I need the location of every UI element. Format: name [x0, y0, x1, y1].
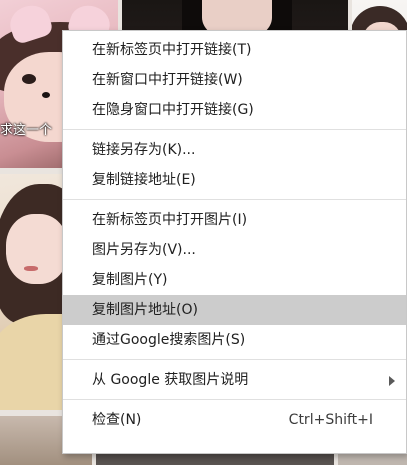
- menu-item-inspect[interactable]: 检查(N) Ctrl+Shift+I: [63, 405, 406, 435]
- menu-item-save-link-as[interactable]: 链接另存为(K)...: [63, 135, 406, 165]
- menu-item-label: 通过Google搜索图片(S): [92, 332, 246, 348]
- menu-item-label: 复制图片地址(O): [92, 302, 198, 318]
- menu-item-label: 从 Google 获取图片说明: [92, 372, 249, 388]
- menu-item-label: 在新标签页中打开图片(I): [92, 212, 248, 228]
- menu-separator: [63, 199, 406, 200]
- menu-item-label: 复制链接地址(E): [92, 172, 196, 188]
- image-caption: 求这一个: [0, 123, 53, 138]
- menu-item-get-image-descriptions[interactable]: 从 Google 获取图片说明: [63, 365, 406, 395]
- menu-item-copy-image[interactable]: 复制图片(Y): [63, 265, 406, 295]
- menu-item-label: 检查(N): [92, 412, 142, 428]
- menu-item-label: 复制图片(Y): [92, 272, 168, 288]
- menu-item-open-image-new-tab[interactable]: 在新标签页中打开图片(I): [63, 205, 406, 235]
- menu-item-copy-image-address[interactable]: 复制图片地址(O): [63, 295, 406, 325]
- menu-item-open-link-new-tab[interactable]: 在新标签页中打开链接(T): [63, 35, 406, 65]
- menu-separator: [63, 129, 406, 130]
- menu-item-shortcut: Ctrl+Shift+I: [288, 412, 373, 428]
- submenu-arrow-icon: [389, 376, 395, 386]
- menu-item-copy-link-address[interactable]: 复制链接地址(E): [63, 165, 406, 195]
- menu-item-open-link-incognito[interactable]: 在隐身窗口中打开链接(G): [63, 95, 406, 125]
- menu-separator: [63, 399, 406, 400]
- menu-item-label: 图片另存为(V)...: [92, 242, 196, 258]
- menu-item-search-image-google[interactable]: 通过Google搜索图片(S): [63, 325, 406, 355]
- menu-item-save-image-as[interactable]: 图片另存为(V)...: [63, 235, 406, 265]
- menu-separator: [63, 359, 406, 360]
- menu-item-label: 在隐身窗口中打开链接(G): [92, 102, 254, 118]
- context-menu: 在新标签页中打开链接(T) 在新窗口中打开链接(W) 在隐身窗口中打开链接(G)…: [62, 30, 407, 454]
- menu-item-label: 在新窗口中打开链接(W): [92, 72, 243, 88]
- menu-item-label: 链接另存为(K)...: [92, 142, 196, 158]
- menu-item-open-link-new-window[interactable]: 在新窗口中打开链接(W): [63, 65, 406, 95]
- menu-item-label: 在新标签页中打开链接(T): [92, 42, 252, 58]
